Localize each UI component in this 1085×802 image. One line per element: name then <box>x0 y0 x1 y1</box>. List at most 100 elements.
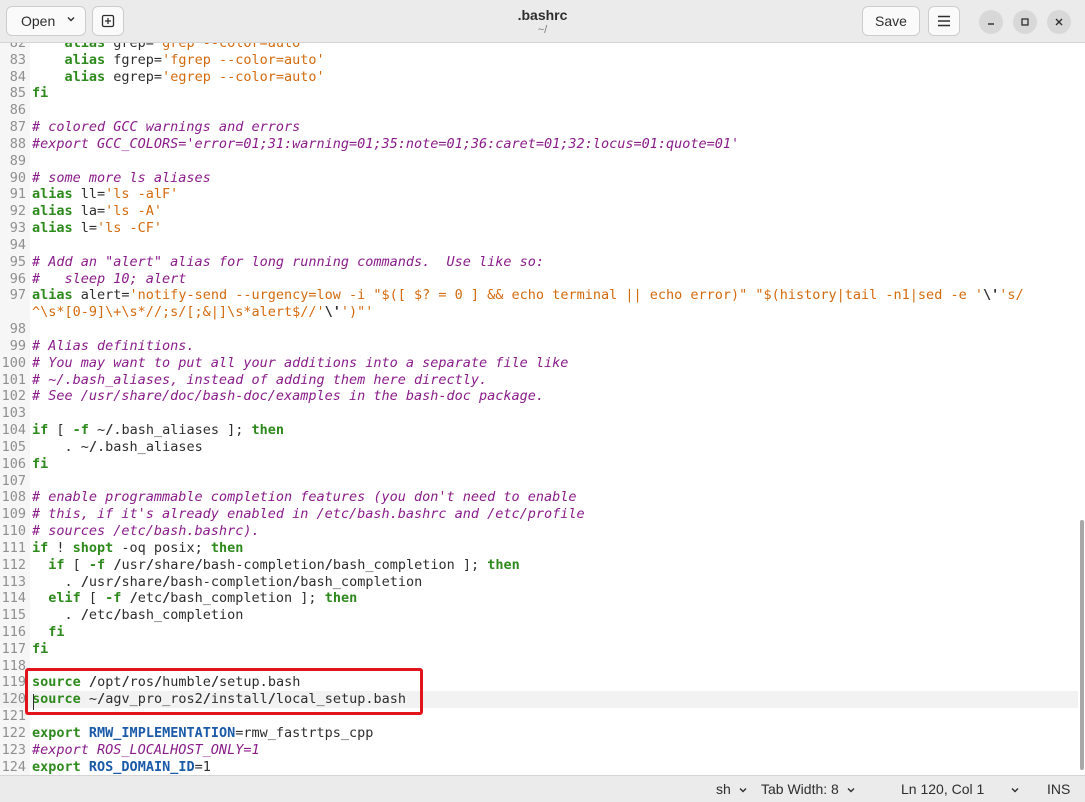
code-line[interactable]: 98 <box>0 321 1078 338</box>
code-line[interactable]: 97 alias alert='notify-send --urgency=low… <box>0 287 1078 304</box>
code-line[interactable]: 118 <box>0 658 1078 675</box>
code-line[interactable]: 105 . ~/.bash_aliases <box>0 439 1078 456</box>
code-token: local_setup.bash <box>275 691 406 708</box>
code-token: fi <box>48 623 65 640</box>
code-line[interactable]: 102 # See /usr/share/doc/bash-doc/example… <box>0 388 1078 405</box>
code-token: install <box>210 691 268 708</box>
line-number: 123 <box>1 741 26 758</box>
code-line[interactable]: 110 # sources /etc/bash.bashrc). <box>0 523 1078 540</box>
line-number: 113 <box>1 573 26 590</box>
position-menu-chevron[interactable] <box>1011 781 1019 797</box>
tab-width-selector[interactable]: Tab Width: 8 <box>761 781 855 797</box>
code-token: if <box>48 556 65 573</box>
code-token: \' <box>982 287 1000 304</box>
code-line[interactable]: 112 if [ -f /usr/share/bash-completion/b… <box>0 557 1078 574</box>
code-line[interactable]: 122 export RMW_IMPLEMENTATION=rmw_fastrtp… <box>0 725 1078 742</box>
code-line[interactable]: 86 <box>0 102 1078 119</box>
code-token: / <box>88 438 98 455</box>
code-line[interactable]: 104 if [ -f ~/.bash_aliases ]; then <box>0 422 1078 439</box>
line-number: 87 <box>9 119 26 136</box>
line-number: 118 <box>1 657 26 674</box>
code-line[interactable]: 95 # Add an "alert" alias for long runnin… <box>0 254 1078 271</box>
code-line[interactable]: 94 <box>0 237 1078 254</box>
code-token: usr <box>121 556 146 573</box>
line-number: 116 <box>1 623 26 640</box>
code-line[interactable]: 83 alias fgrep='fgrep --color=auto' <box>0 52 1078 69</box>
code-line[interactable]: 90 # some more ls aliases <box>0 170 1078 187</box>
code-token: -f <box>105 590 122 607</box>
code-token: then <box>487 556 520 573</box>
code-token: bash_completion <box>300 573 423 590</box>
code-line[interactable]: 106 fi <box>0 456 1078 473</box>
code-line[interactable]: 116 fi <box>0 624 1078 641</box>
code-token: # colored GCC warnings and errors <box>32 119 301 136</box>
close-button[interactable] <box>1047 10 1071 34</box>
code-line[interactable]: 88 #export GCC_COLORS='error=01;31:warnin… <box>0 136 1078 153</box>
line-number: 99 <box>9 337 26 354</box>
code-line[interactable]: 113 . /usr/share/bash-completion/bash_co… <box>0 574 1078 591</box>
line-number: 124 <box>1 758 26 775</box>
insert-mode-indicator[interactable]: INS <box>1047 781 1070 797</box>
code-token: / <box>88 674 98 691</box>
code-line[interactable]: 115 . /etc/bash_completion <box>0 607 1078 624</box>
code-line[interactable]: 87 # colored GCC warnings and errors <box>0 119 1078 136</box>
code-line[interactable]: 111 if ! shopt -oq posix; then <box>0 540 1078 557</box>
code-token: alert= <box>72 287 130 304</box>
line-number: 91 <box>9 186 26 203</box>
save-button[interactable]: Save <box>862 6 920 36</box>
code-line[interactable]: 92 alias la='ls -A' <box>0 203 1078 220</box>
close-icon <box>1055 18 1063 26</box>
line-number: 101 <box>1 371 26 388</box>
code-line[interactable]: 82 alias grep='grep --color=auto' <box>0 43 1078 52</box>
code-line[interactable]: 100 # You may want to put all your additi… <box>0 355 1078 372</box>
language-selector[interactable]: sh <box>716 781 747 797</box>
line-number: 84 <box>9 68 26 85</box>
code-token: RMW_IMPLEMENTATION <box>88 724 236 741</box>
code-line[interactable]: 117 fi <box>0 641 1078 658</box>
code-token: alias <box>64 43 106 51</box>
code-line[interactable]: ^\s*[0-9]\+\s*//;s/[;&|]\s*alert$//'\'')… <box>0 304 1078 321</box>
code-token: ROS_DOMAIN_ID <box>88 758 195 775</box>
code-token: 'fgrep --color=auto' <box>162 51 325 68</box>
code-line[interactable]: 123 #export ROS_LOCALHOST_ONLY=1 <box>0 742 1078 759</box>
code-line[interactable]: 121 <box>0 708 1078 725</box>
code-token: [ <box>64 556 89 573</box>
text-editor-area[interactable]: 82 alias grep='grep --color=auto' 83 alia… <box>0 43 1085 775</box>
main-menu-button[interactable] <box>928 6 960 36</box>
code-token: humble <box>162 674 211 691</box>
code-token: =rmw_fastrtps_cpp <box>235 724 374 741</box>
code-line[interactable]: 120 source ~/agv_pro_ros2/install/local_s… <box>0 691 1078 709</box>
code-token: if <box>32 539 49 556</box>
code-line[interactable]: 96 # sleep 10; alert <box>0 271 1078 288</box>
code-token: etc <box>137 590 163 607</box>
minimize-button[interactable] <box>979 10 1003 34</box>
code-line[interactable]: 85 fi <box>0 85 1078 102</box>
code-line[interactable]: 93 alias l='ls -CF' <box>0 220 1078 237</box>
code-line[interactable]: 109 # this, if it's already enabled in /e… <box>0 506 1078 523</box>
code-line[interactable]: 114 elif [ -f /etc/bash_completion ]; th… <box>0 590 1078 607</box>
code-token: share <box>154 556 195 573</box>
code-token: ros <box>129 674 154 691</box>
code-line[interactable]: 124 export ROS_DOMAIN_ID=1 <box>0 759 1078 775</box>
scrollbar-thumb[interactable] <box>1080 520 1084 770</box>
code-line[interactable]: 119 source /opt/ros/humble/setup.bash <box>0 674 1078 691</box>
code-line[interactable]: 89 <box>0 153 1078 170</box>
code-line[interactable]: 84 alias egrep='egrep --color=auto' <box>0 69 1078 86</box>
code-token: 'notify-send --urgency=low -i "$([ $? = … <box>129 287 983 304</box>
code-line[interactable]: 99 # Alias definitions. <box>0 338 1078 355</box>
code-token: alias <box>32 186 73 203</box>
code-token: elif <box>48 590 81 607</box>
language-label: sh <box>716 781 731 797</box>
code-line[interactable]: 108 # enable programmable completion feat… <box>0 489 1078 506</box>
maximize-button[interactable] <box>1013 10 1037 34</box>
code-line[interactable]: 101 # ~/.bash_aliases, instead of adding … <box>0 372 1078 389</box>
code-line[interactable]: 91 alias ll='ls -alF' <box>0 186 1078 203</box>
code-line[interactable]: 103 <box>0 405 1078 422</box>
line-number: 106 <box>1 455 26 472</box>
code-line[interactable]: 107 <box>0 473 1078 490</box>
cursor-position-selector[interactable]: Ln 120, Col 1 <box>901 781 984 797</box>
status-bar: sh Tab Width: 8 Ln 120, Col 1 INS <box>0 775 1085 802</box>
